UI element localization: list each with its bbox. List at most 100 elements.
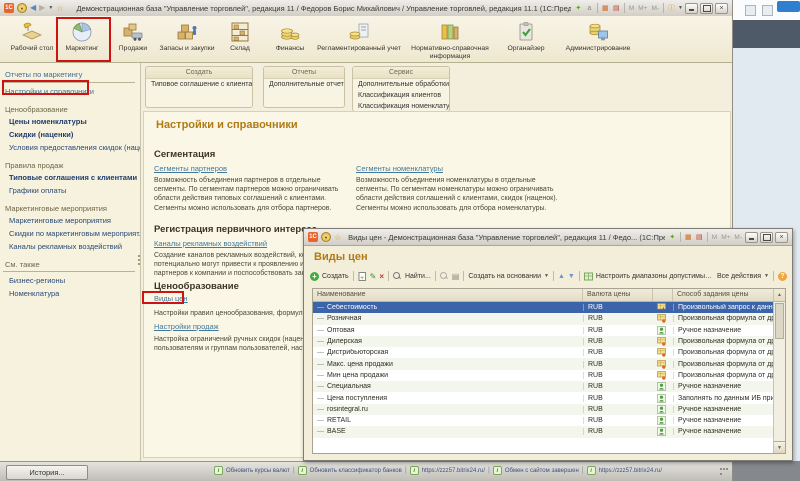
mode-m-button[interactable]: M (628, 5, 635, 12)
sidebar-item[interactable]: Скидки (наценки) (0, 128, 140, 141)
sidebar-item[interactable]: Графики оплаты (0, 184, 140, 197)
help-icon[interactable]: ? (778, 272, 787, 281)
edit-icon[interactable]: ✎ (370, 272, 377, 281)
table-row[interactable]: —РозничнаяRUBПроизвольная формула от дру… (313, 313, 785, 324)
status-item[interactable]: Обновить классификатор банков (310, 468, 402, 474)
all-actions-button[interactable]: Все действия (717, 273, 761, 280)
link-ad-channels[interactable]: Каналы рекламных воздействий (154, 239, 267, 248)
table-row[interactable]: —rosintegral.ruRUBРучное назначение (313, 404, 785, 415)
calendar-icon[interactable]: ▤ (695, 233, 704, 242)
mode-m-plus-button[interactable]: M+ (720, 234, 731, 241)
status-item[interactable]: https://zzz57.bitrix24.ru/ (422, 468, 485, 474)
sidebar-item[interactable]: Условия предоставления скидок (наце... (0, 141, 140, 154)
sidebar-item[interactable]: Скидки по маркетинговым мероприят... (0, 227, 140, 240)
column-header-currency[interactable]: Валюта цены (583, 289, 653, 301)
mode-m-minus-button[interactable]: M- (650, 5, 660, 12)
table-row[interactable]: —Мин цена продажиRUBПроизвольная формула… (313, 370, 785, 381)
calculator-icon[interactable]: ▦ (684, 233, 693, 242)
table-row[interactable]: —СебестоимостьRUBПроизвольный запрос к д… (313, 302, 785, 313)
dialog-menu-button[interactable]: ▼ (321, 232, 331, 242)
sort-ascending-icon[interactable]: ▲ (774, 289, 785, 302)
tab-finance[interactable]: Финансы (264, 18, 316, 62)
calendar-icon[interactable]: ▤ (612, 4, 621, 13)
sidebar-splitter[interactable] (137, 255, 140, 269)
favorites-star-icon[interactable]: ☆ (334, 233, 341, 242)
dialog-maximize-button[interactable] (760, 232, 773, 243)
table-row[interactable]: —ДистрибьюторскаяRUBПроизвольная формула… (313, 347, 785, 358)
find-button[interactable]: Найти... (405, 273, 431, 280)
create-button[interactable]: Создать (322, 273, 349, 280)
sidebar-item[interactable]: Каналы рекламных воздействий (0, 240, 140, 253)
status-item[interactable]: Обмен с сайтом завершен (505, 468, 579, 474)
command-item[interactable]: Классификация клиентов (353, 90, 449, 101)
command-item[interactable]: Дополнительные обработки (353, 79, 449, 90)
tab-desktop[interactable]: Рабочий стол (8, 18, 56, 62)
info-icon[interactable]: ⓘ (667, 4, 676, 13)
back-icon[interactable]: ◀ (30, 4, 36, 12)
mode-m-minus-button[interactable]: M- (733, 234, 743, 241)
resize-grip[interactable] (720, 468, 728, 476)
status-item[interactable]: https://zzz57.bitrix24.ru/ (599, 468, 662, 474)
close-button[interactable]: × (715, 3, 728, 14)
table-row[interactable]: —ОптоваяRUBРучное назначение (313, 325, 785, 336)
table-row[interactable]: —ДилерскаяRUBПроизвольная формула от дру… (313, 336, 785, 347)
move-up-icon[interactable]: ▲ (558, 273, 565, 280)
cell-method: Произвольная формула от друг... (673, 372, 773, 379)
add-favorite-icon[interactable]: ✦ (574, 4, 583, 13)
configure-ranges-button[interactable]: Настроить диапазоны допустимых цен... (596, 273, 714, 280)
sidebar-item[interactable]: Маркетинговые мероприятия (0, 214, 140, 227)
tab-admin[interactable]: Администрирование (554, 18, 642, 62)
favorites-star-icon[interactable]: ☆ (56, 4, 63, 13)
tab-inventory[interactable]: Запасы и закупки (158, 18, 216, 62)
command-item[interactable]: Дополнительные отчеты (264, 79, 344, 90)
sidebar-item[interactable]: Типовые соглашения с клиентами (0, 171, 140, 184)
table-scrollbar[interactable]: ▲ ▼ (773, 289, 785, 453)
create-based-dropdown-icon[interactable]: ▼ (544, 273, 549, 279)
link-icon[interactable]: a (585, 4, 594, 13)
mode-m-plus-button[interactable]: M+ (637, 5, 648, 12)
minimize-button[interactable] (685, 3, 698, 14)
command-item[interactable]: Типовое соглашение с клиентами (146, 79, 252, 90)
column-header-method[interactable]: Способ задания цены (673, 289, 773, 301)
column-header-name[interactable]: Наименование (313, 289, 583, 301)
cancel-search-icon[interactable] (440, 272, 449, 281)
link-sales-settings[interactable]: Настройки продаж (154, 322, 219, 331)
link-segments-partners[interactable]: Сегменты партнеров (154, 164, 227, 173)
table-row[interactable]: —Макс. цена продажиRUBПроизвольная форму… (313, 358, 785, 369)
table-row[interactable]: —Цена поступленияRUBЗаполнять по данным … (313, 392, 785, 403)
main-menu-button[interactable]: ▼ (17, 3, 27, 13)
list-item-icon: — (317, 361, 324, 368)
scrollbar-thumb[interactable] (775, 303, 784, 339)
maximize-button[interactable] (700, 3, 713, 14)
sidebar-item[interactable]: Бизнес-регионы (0, 274, 140, 287)
history-dropdown-icon[interactable]: ▼ (48, 5, 53, 11)
mode-m-button[interactable]: M (711, 234, 718, 241)
create-based-on-button[interactable]: Создать на основании (468, 273, 541, 280)
delete-icon[interactable]: × (379, 272, 384, 281)
divider: | (488, 467, 490, 474)
all-actions-dropdown-icon[interactable]: ▼ (764, 273, 769, 279)
tab-sales[interactable]: Продажи (108, 18, 158, 62)
tab-reference[interactable]: Нормативно-справочная информация (402, 18, 498, 62)
list-settings-icon[interactable]: ▤ (452, 272, 460, 281)
table-row[interactable]: —BASERUBРучное назначение (313, 426, 785, 437)
move-down-icon[interactable]: ▼ (568, 273, 575, 280)
add-favorite-icon[interactable]: ✦ (668, 233, 677, 242)
tab-regulated[interactable]: Регламентированный учет (316, 18, 402, 62)
status-item[interactable]: Обновить курсы валют (226, 468, 290, 474)
history-button[interactable]: История... (6, 465, 88, 480)
dialog-minimize-button[interactable] (745, 232, 758, 243)
link-segments-nomenclature[interactable]: Сегменты номенклатуры (356, 164, 443, 173)
sidebar-item[interactable]: Номенклатура (0, 287, 140, 300)
table-row[interactable]: —СпециальнаяRUBРучное назначение (313, 381, 785, 392)
info-dropdown-icon[interactable]: ▼ (678, 5, 683, 11)
table-row[interactable]: —RETAILRUBРучное назначение (313, 415, 785, 426)
tab-warehouse[interactable]: Склад (216, 18, 264, 62)
tab-organizer[interactable]: Органайзер (498, 18, 554, 62)
scroll-down-icon[interactable]: ▼ (774, 441, 785, 453)
dialog-close-button[interactable]: × (775, 232, 788, 243)
calculator-icon[interactable]: ▦ (601, 4, 610, 13)
copy-icon[interactable]: + (358, 272, 367, 281)
sidebar-item[interactable]: Цены номенклатуры (0, 115, 140, 128)
column-header-method-icon[interactable] (653, 289, 673, 301)
